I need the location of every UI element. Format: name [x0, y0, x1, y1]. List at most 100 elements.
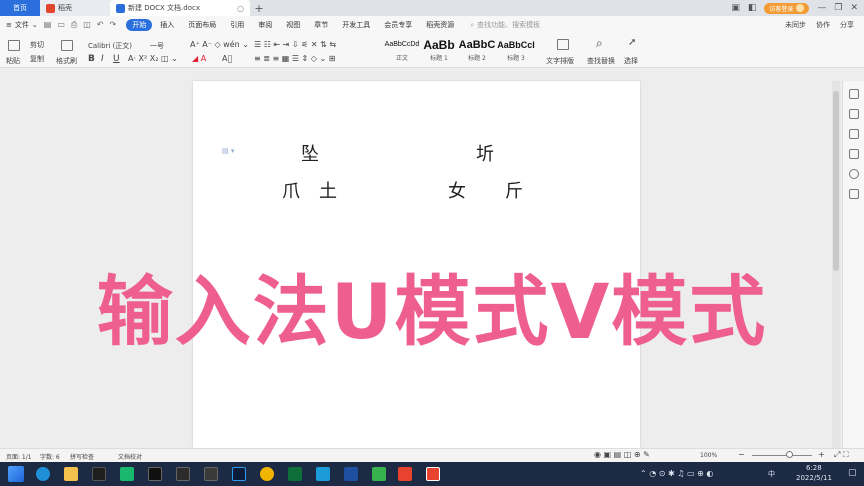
clock-date[interactable]: 2022/5/11 [796, 474, 832, 482]
paragraph-handle-icon[interactable]: ▤ ▾ [222, 147, 234, 155]
word-count[interactable]: 字数: 6 [40, 452, 60, 461]
proofread-button[interactable]: 文档校对 [118, 452, 142, 461]
terminal-icon[interactable] [92, 467, 106, 481]
menu-start[interactable]: 开始 [126, 19, 153, 31]
collaborate-button[interactable]: 协作 [816, 20, 830, 30]
search-app-icon[interactable] [260, 467, 274, 481]
edit-icon[interactable] [849, 109, 859, 119]
style-heading1-sample: AaBb [423, 38, 455, 52]
menu-references[interactable]: 引用 [224, 19, 250, 31]
explorer-icon[interactable] [64, 467, 78, 481]
ime-indicator[interactable]: 中 [768, 469, 775, 479]
undo-icon[interactable]: ↶ [97, 20, 104, 30]
spellcheck-toggle[interactable]: 拼写检查 [70, 452, 94, 461]
style-heading1[interactable]: AaBb 标题 1 [420, 37, 458, 65]
save-icon[interactable]: ▤ [44, 20, 52, 30]
font-color-icon[interactable]: ◢ A [192, 54, 206, 63]
login-button[interactable]: 访客登录 [764, 2, 810, 14]
sync-button[interactable]: 未同步 [785, 20, 806, 30]
media-player-icon[interactable] [176, 467, 190, 481]
style-heading3[interactable]: AaBbCcI 标题 3 [496, 37, 536, 65]
tab-docer[interactable]: 稻壳 [40, 0, 110, 16]
page-count[interactable]: 页面: 1/1 [6, 452, 32, 461]
zoom-slider-thumb[interactable] [786, 451, 793, 458]
tab-home[interactable]: 首页 [0, 0, 40, 16]
app-green-icon[interactable] [120, 467, 134, 481]
fit-page-icon[interactable]: ⤢ ⛶ [834, 450, 849, 460]
bullets-icon[interactable]: ☰ ☷ ⇤ ⇥ ⇩ ⚟ ✕ ⇅ ⇆ [254, 40, 336, 49]
char-border-icon[interactable]: A⃞ [222, 54, 232, 63]
style-normal[interactable]: AaBbCcDd 正文 [384, 37, 420, 65]
font-size-select[interactable]: 一号 [150, 41, 164, 51]
settings-sliders-icon[interactable] [849, 149, 859, 159]
redo-icon[interactable]: ↷ [110, 20, 117, 30]
photoshop-icon[interactable] [232, 467, 246, 481]
skin-icon[interactable]: ◧ [748, 3, 757, 13]
menu-section[interactable]: 章节 [308, 19, 334, 31]
tab-document[interactable]: 新建 DOCX 文档.docx ○ [110, 0, 250, 16]
menu-page-layout[interactable]: 页面布局 [182, 19, 222, 31]
zoom-slider[interactable] [752, 455, 812, 456]
cursor-icon[interactable] [849, 129, 859, 139]
strike-icon[interactable]: A· X² X₂ ◫ ⌄ [128, 54, 178, 63]
new-tab-button[interactable]: + [250, 0, 268, 16]
minimize-icon[interactable]: — [817, 3, 826, 13]
notification-icon[interactable]: ▢ [848, 468, 857, 478]
maximize-icon[interactable]: ❐ [834, 3, 842, 13]
app-gray-icon[interactable] [204, 467, 218, 481]
text-layout-icon[interactable] [557, 39, 569, 50]
view-mode-icons[interactable]: ◉ ▣ ▤ ◫ ⊕ ✎ [594, 450, 650, 459]
help-icon[interactable] [849, 169, 859, 179]
menu-insert[interactable]: 插入 [154, 19, 180, 31]
menu-developer[interactable]: 开发工具 [336, 19, 376, 31]
file-menu[interactable]: ≡ 文件 ⌄ [6, 20, 38, 30]
font-name-select[interactable]: Calibri (正文) [88, 41, 148, 51]
windows-start-icon[interactable] [8, 466, 24, 482]
grow-font-icon[interactable]: A⁺ A⁻ ◇ wén ⌄ [190, 40, 249, 49]
preview-icon[interactable]: ◫ [83, 20, 91, 30]
copy-button[interactable]: 复制 [30, 54, 44, 64]
menu-member[interactable]: 会员专享 [378, 19, 418, 31]
zoom-level[interactable]: 100% [700, 452, 717, 459]
tray-icons[interactable]: ⌃ ◔ ⊙ ✱ ♫ ▭ ⊕ ◐ [640, 469, 713, 478]
paste-icon[interactable] [8, 40, 20, 51]
menu-view[interactable]: 视图 [280, 19, 306, 31]
menu-docer-resources[interactable]: 稻壳资源 [420, 19, 460, 31]
app-blue-icon[interactable] [316, 467, 330, 481]
zoom-in-icon[interactable]: + [818, 450, 825, 459]
style-heading2[interactable]: AaBbC 标题 2 [458, 37, 496, 65]
feature-search[interactable]: ⌕ 查找功能、搜索模板 [470, 20, 540, 30]
find-replace-icon[interactable]: ⌕ [596, 36, 603, 51]
clock-time[interactable]: 6:28 [806, 464, 822, 472]
zoom-out-icon[interactable]: − [738, 450, 745, 459]
style-panel-icon[interactable] [849, 89, 859, 99]
folder-icon[interactable]: ▭ [57, 20, 65, 30]
app-chat-icon[interactable] [372, 467, 386, 481]
bold-icon[interactable]: B [88, 54, 95, 64]
italic-icon[interactable]: I [101, 54, 104, 64]
share-button[interactable]: 分享 [840, 20, 854, 30]
underline-icon[interactable]: U [113, 54, 120, 64]
close-icon[interactable]: ✕ [850, 3, 858, 13]
app-dark-green-icon[interactable] [288, 467, 302, 481]
close-tab-icon[interactable]: ○ [237, 4, 244, 13]
layout-icon[interactable]: ▣ [731, 3, 740, 13]
hanzi-tu: 土 [319, 181, 337, 202]
windows-taskbar: ⌃ ◔ ⊙ ✱ ♫ ▭ ⊕ ◐ 中 6:28 2022/5/11 ▢ [0, 462, 864, 486]
print-icon[interactable]: ⎙ [71, 20, 77, 30]
menu-review[interactable]: 审阅 [252, 19, 278, 31]
capcut-icon[interactable] [148, 467, 162, 481]
format-painter-icon[interactable] [61, 40, 73, 51]
edge-icon[interactable] [36, 467, 50, 481]
align-left-icon[interactable]: ≡ ≣ ≡ ▦ ☰ ⇕ ◇ ⌄ ⊞ [254, 54, 335, 63]
vertical-scrollbar[interactable] [832, 81, 840, 448]
mail-icon[interactable] [344, 467, 358, 481]
text-layout-label: 文字排版 [546, 57, 574, 65]
wps-icon[interactable] [398, 467, 412, 481]
tab-docer-label: 稻壳 [58, 4, 72, 12]
scroll-thumb[interactable] [833, 91, 839, 271]
share-panel-icon[interactable] [849, 189, 859, 199]
cut-button[interactable]: 剪切 [30, 40, 44, 50]
select-cursor-icon[interactable]: ➚ [628, 37, 636, 48]
wps-active-icon[interactable] [426, 467, 440, 481]
